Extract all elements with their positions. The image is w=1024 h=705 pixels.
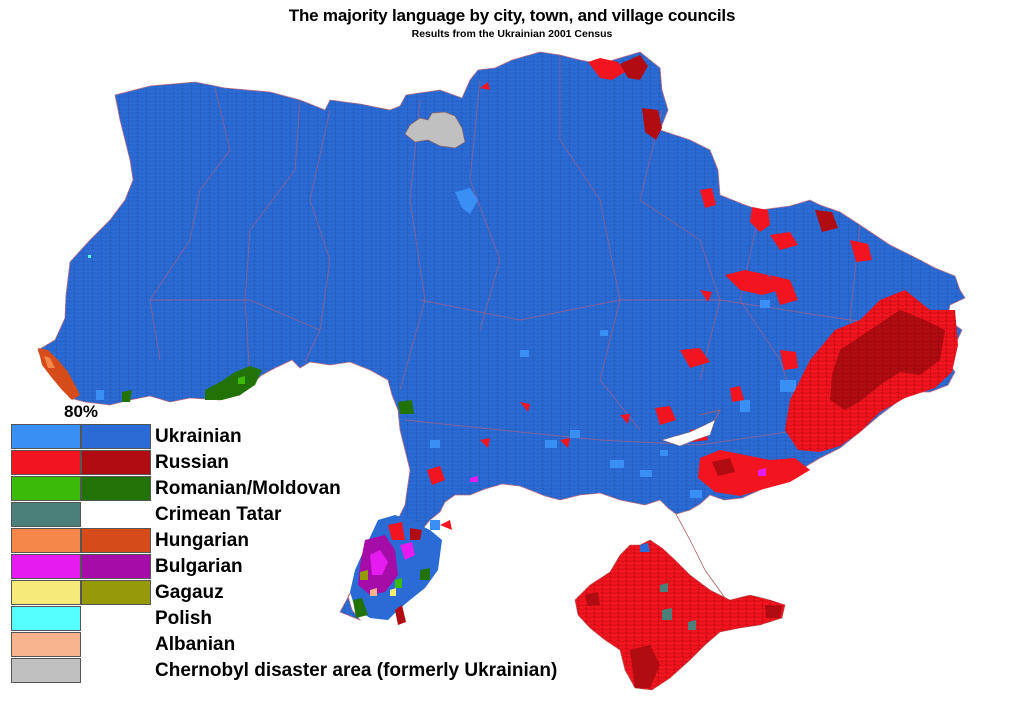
swatch-ukrainian-below-80	[11, 424, 81, 449]
swatch-albanian	[11, 632, 81, 657]
legend-label: Romanian/Moldovan	[155, 478, 341, 499]
swatch-romanian-above-80	[81, 476, 151, 501]
swatch-gagauz-below-80	[11, 580, 81, 605]
legend-label: Gagauz	[155, 582, 224, 603]
crimea	[574, 539, 786, 691]
swatch-hungarian-below-80	[11, 528, 81, 553]
legend-label: Chernobyl disaster area (formerly Ukrain…	[155, 660, 558, 681]
legend-label: Crimean Tatar	[155, 504, 282, 525]
legend-threshold: 80%	[64, 402, 99, 421]
legend-label: Russian	[155, 452, 229, 473]
ukraine-language-map	[37, 51, 966, 691]
swatch-bulgarian-below-80	[11, 554, 81, 579]
legend-label: Polish	[155, 608, 213, 629]
budjak-region	[350, 515, 442, 625]
swatch-bulgarian-above-80	[81, 554, 151, 579]
legend-label: Albanian	[155, 634, 236, 655]
legend-label: Ukrainian	[155, 426, 242, 447]
swatch-gagauz-above-80	[81, 580, 151, 605]
swatch-ukrainian-above-80	[81, 424, 151, 449]
legend-label: Bulgarian	[155, 556, 243, 577]
swatch-chernobyl	[11, 658, 81, 683]
swatch-romanian-below-80	[11, 476, 81, 501]
swatch-russian-below-80	[11, 450, 81, 475]
swatch-crimean-tatar	[11, 502, 81, 527]
swatch-hungarian-above-80	[81, 528, 151, 553]
swatch-polish	[11, 606, 81, 631]
polish-council	[88, 255, 91, 258]
legend-label: Hungarian	[155, 530, 249, 551]
swatch-russian-above-80	[81, 450, 151, 475]
